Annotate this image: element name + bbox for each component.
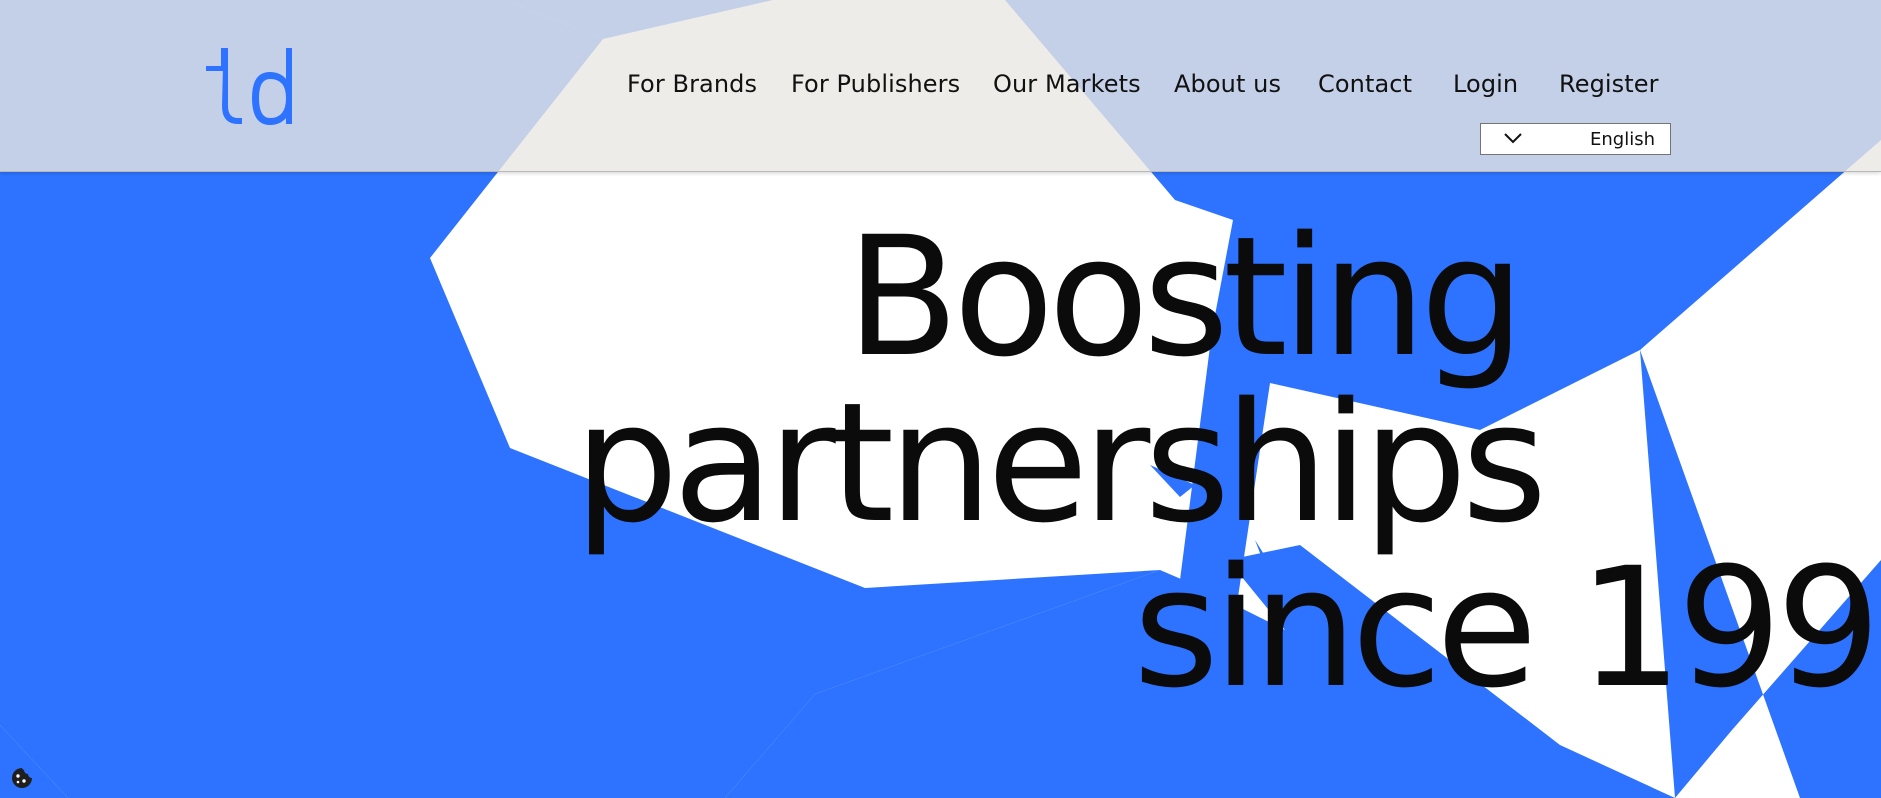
nav-for-publishers[interactable]: For Publishers — [791, 70, 960, 98]
site-header: For Brands For Publishers Our Markets Ab… — [0, 0, 1881, 172]
nav-login[interactable]: Login — [1453, 70, 1518, 98]
chevron-down-icon — [1504, 133, 1522, 144]
td-logo[interactable] — [204, 46, 300, 126]
nav-our-markets[interactable]: Our Markets — [993, 70, 1141, 98]
homepage: For Brands For Publishers Our Markets Ab… — [0, 0, 1881, 798]
language-select[interactable]: English — [1480, 123, 1671, 155]
nav-contact[interactable]: Contact — [1318, 70, 1412, 98]
nav-about-us[interactable]: About us — [1174, 70, 1281, 98]
language-selected-label: English — [1590, 129, 1655, 150]
cookie-icon[interactable] — [10, 766, 34, 790]
nav-register[interactable]: Register — [1559, 70, 1659, 98]
nav-for-brands[interactable]: For Brands — [627, 70, 757, 98]
